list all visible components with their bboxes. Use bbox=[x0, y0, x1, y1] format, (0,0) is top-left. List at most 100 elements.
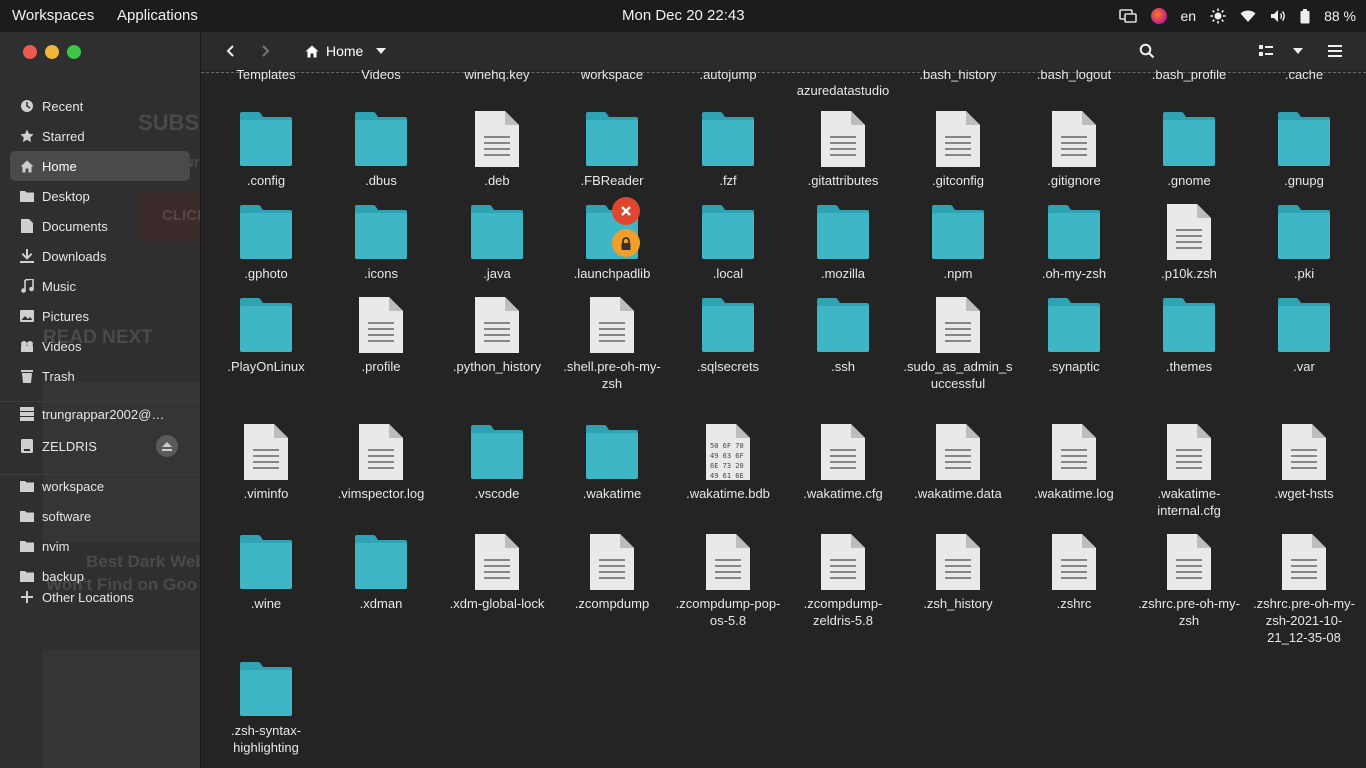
folder-item[interactable]: .sqlsecrets bbox=[673, 296, 783, 375]
folder-item[interactable]: .mozilla bbox=[788, 203, 898, 282]
minimize-window-button[interactable] bbox=[45, 45, 59, 59]
other-locations[interactable]: Other Locations bbox=[10, 582, 190, 612]
file-item[interactable]: 50 6F 70 49 63 6F 6E 73 20 49 61 6E .wakatim… bbox=[673, 423, 783, 502]
sidebar-item-pictures[interactable]: Pictures bbox=[10, 301, 190, 331]
folder-item[interactable]: .ssh bbox=[788, 296, 898, 375]
forward-button[interactable] bbox=[251, 37, 279, 65]
file-item[interactable]: .gitignore bbox=[1019, 110, 1129, 189]
file-item[interactable]: .deb bbox=[442, 110, 552, 189]
view-options-button[interactable] bbox=[1285, 37, 1311, 65]
back-button[interactable] bbox=[217, 37, 245, 65]
sidebar-item-documents[interactable]: Documents bbox=[10, 211, 190, 241]
search-button[interactable] bbox=[1133, 37, 1161, 65]
folder-item[interactable]: .launchpadlib bbox=[557, 197, 667, 282]
file-item[interactable]: .p10k.zsh bbox=[1134, 203, 1244, 282]
sidebar-item-music[interactable]: Music bbox=[10, 271, 190, 301]
firefox-icon[interactable] bbox=[1150, 8, 1167, 24]
wifi-icon[interactable] bbox=[1240, 9, 1256, 23]
file-item[interactable]: .wakatime.data bbox=[903, 423, 1013, 502]
brightness-icon[interactable] bbox=[1210, 8, 1226, 24]
sidebar-item-workspace[interactable]: workspace bbox=[10, 471, 190, 501]
sidebar-item-home[interactable]: Home bbox=[10, 151, 190, 181]
file-item[interactable]: .wget-hsts bbox=[1249, 423, 1359, 502]
folder-item[interactable]: .var bbox=[1249, 296, 1359, 375]
path-bar-home[interactable]: Home bbox=[305, 37, 387, 65]
folder-item[interactable]: .gnome bbox=[1134, 110, 1244, 189]
file-item[interactable]: .wakatime-internal.cfg bbox=[1134, 423, 1244, 519]
file-item[interactable]: .vimspector.log bbox=[326, 423, 436, 502]
maximize-window-button[interactable] bbox=[67, 45, 81, 59]
sidebar-item-downloads[interactable]: Downloads bbox=[10, 241, 190, 271]
folder-item[interactable]: .gphoto bbox=[211, 203, 321, 282]
file-label-partial[interactable]: workspace bbox=[557, 70, 667, 83]
file-label-partial[interactable]: .bash_profile bbox=[1134, 70, 1244, 83]
folder-item[interactable]: .FBReader bbox=[557, 110, 667, 189]
file-item[interactable]: .viminfo bbox=[211, 423, 321, 502]
eject-button[interactable] bbox=[156, 435, 178, 457]
sidebar-item-starred[interactable]: Starred bbox=[10, 121, 190, 151]
folder-item[interactable]: .wine bbox=[211, 533, 321, 612]
file-label-partial[interactable]: azuredatastudio bbox=[788, 82, 898, 99]
file-label-partial[interactable]: .bash_history bbox=[903, 70, 1013, 83]
sidebar-item-trash[interactable]: Trash bbox=[10, 361, 190, 391]
sidebar-item-nvim[interactable]: nvim bbox=[10, 531, 190, 561]
language-indicator[interactable]: en bbox=[1181, 8, 1197, 24]
folder-item[interactable]: .xdman bbox=[326, 533, 436, 612]
folder-item[interactable]: .dbus bbox=[326, 110, 436, 189]
file-item[interactable]: .wakatime.cfg bbox=[788, 423, 898, 502]
folder-icon bbox=[1276, 203, 1332, 263]
sidebar-item-videos[interactable]: Videos bbox=[10, 331, 190, 361]
sidebar-item-device-0[interactable]: trungrappar2002@g... bbox=[10, 399, 190, 429]
file-item[interactable]: .zsh_history bbox=[903, 533, 1013, 612]
main-menu-button[interactable] bbox=[1321, 37, 1349, 65]
file-item[interactable]: .zcompdump bbox=[557, 533, 667, 612]
folder-item[interactable]: .pki bbox=[1249, 203, 1359, 282]
file-item[interactable]: .zcompdump-zeldris-5.8 bbox=[788, 533, 898, 629]
folder-item[interactable]: .icons bbox=[326, 203, 436, 282]
view-list-button[interactable] bbox=[1253, 37, 1279, 65]
file-label-partial[interactable]: Videos bbox=[326, 70, 436, 83]
file-item[interactable]: .gitattributes bbox=[788, 110, 898, 189]
close-window-button[interactable] bbox=[23, 45, 37, 59]
sidebar-item-desktop[interactable]: Desktop bbox=[10, 181, 190, 211]
file-label-partial[interactable]: winehq.key bbox=[442, 70, 552, 83]
applications-menu[interactable]: Applications bbox=[117, 0, 198, 32]
sidebar-item-software[interactable]: software bbox=[10, 501, 190, 531]
folder-item[interactable]: .java bbox=[442, 203, 552, 282]
folder-item[interactable]: .PlayOnLinux bbox=[211, 296, 321, 375]
file-item[interactable]: .zshrc.pre-oh-my-zsh-2021-10-21_12-35-08 bbox=[1249, 533, 1359, 646]
file-item[interactable]: .zshrc.pre-oh-my-zsh bbox=[1134, 533, 1244, 629]
file-item[interactable]: .zshrc bbox=[1019, 533, 1129, 612]
folder-item[interactable]: .synaptic bbox=[1019, 296, 1129, 375]
folder-item[interactable]: .oh-my-zsh bbox=[1019, 203, 1129, 282]
system-tray[interactable]: en 88 % bbox=[1118, 0, 1356, 32]
file-label-partial[interactable]: .bash_logout bbox=[1019, 70, 1129, 83]
file-item[interactable]: .gitconfig bbox=[903, 110, 1013, 189]
folder-item[interactable]: .wakatime bbox=[557, 423, 667, 502]
folder-item[interactable]: .local bbox=[673, 203, 783, 282]
file-item[interactable]: .shell.pre-oh-my-zsh bbox=[557, 296, 667, 392]
file-item[interactable]: .zcompdump-pop-os-5.8 bbox=[673, 533, 783, 629]
file-label: .sqlsecrets bbox=[696, 359, 760, 374]
clock[interactable]: Mon Dec 20 22:43 bbox=[622, 0, 745, 32]
folder-item[interactable]: .zsh-syntax-highlighting bbox=[211, 660, 321, 756]
folder-item[interactable]: .themes bbox=[1134, 296, 1244, 375]
sidebar-item-recent[interactable]: Recent bbox=[10, 91, 190, 121]
folder-item[interactable]: .vscode bbox=[442, 423, 552, 502]
file-item[interactable]: .wakatime.log bbox=[1019, 423, 1129, 502]
screen-icon[interactable] bbox=[1118, 8, 1137, 24]
file-item[interactable]: .sudo_as_admin_successful bbox=[903, 296, 1013, 392]
file-item[interactable]: .python_history bbox=[442, 296, 552, 375]
file-label-partial[interactable]: .autojump bbox=[673, 70, 783, 83]
file-item[interactable]: .profile bbox=[326, 296, 436, 375]
folder-item[interactable]: .gnupg bbox=[1249, 110, 1359, 189]
folder-item[interactable]: .npm bbox=[903, 203, 1013, 282]
battery-icon[interactable] bbox=[1300, 8, 1310, 24]
volume-icon[interactable] bbox=[1270, 9, 1286, 23]
folder-item[interactable]: .fzf bbox=[673, 110, 783, 189]
workspaces-button[interactable]: Workspaces bbox=[12, 0, 94, 32]
file-item[interactable]: .xdm-global-lock bbox=[442, 533, 552, 612]
file-label-partial[interactable]: Templates bbox=[211, 70, 321, 83]
folder-item[interactable]: .config bbox=[211, 110, 321, 189]
file-label-partial[interactable]: .cache bbox=[1249, 70, 1359, 83]
